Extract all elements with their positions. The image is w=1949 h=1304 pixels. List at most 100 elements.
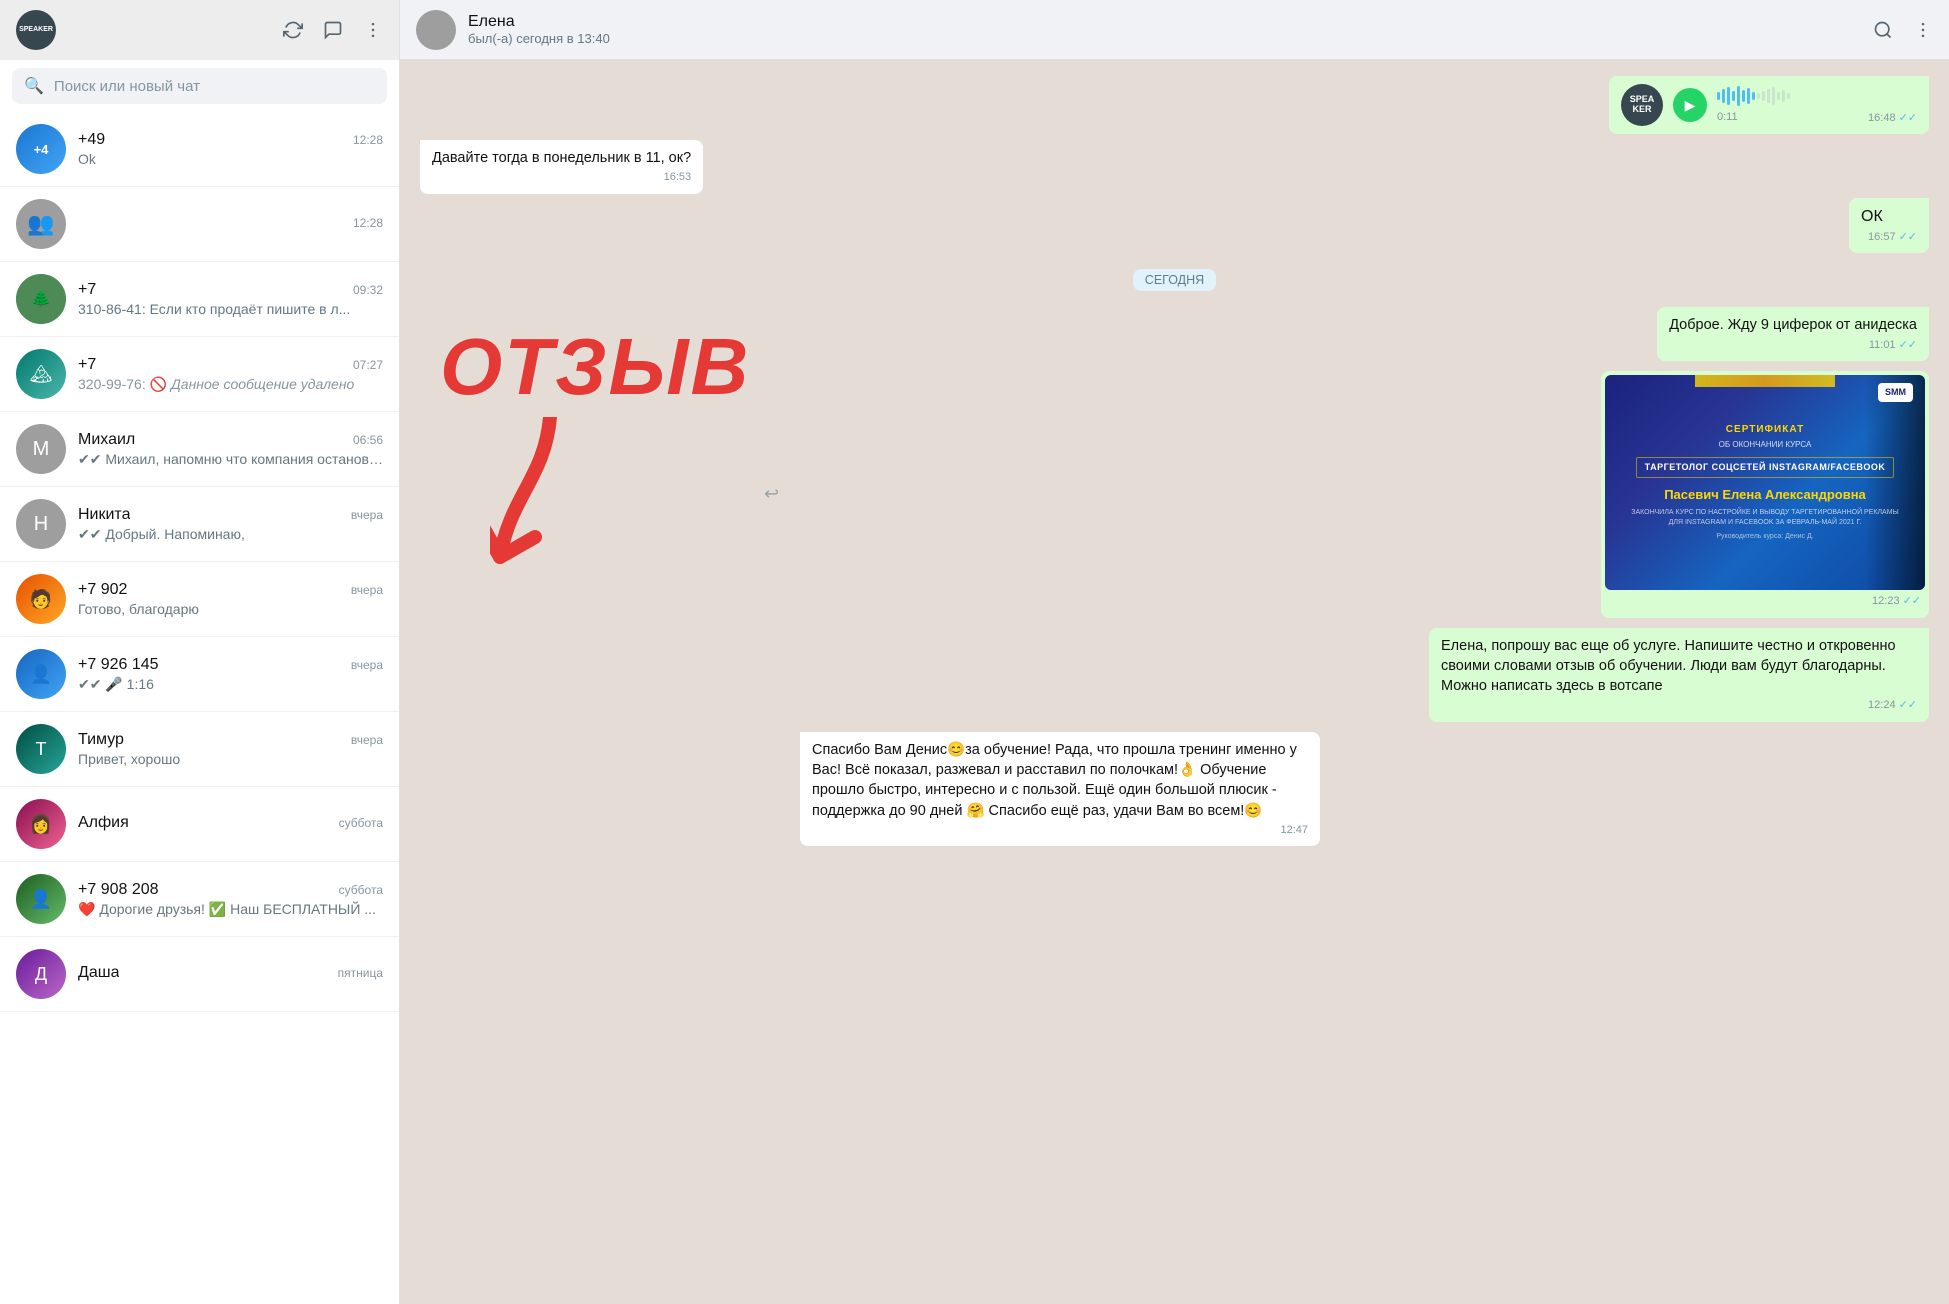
- search-bar: 🔍: [0, 60, 399, 112]
- chat-time: вчера: [351, 508, 383, 522]
- cert-title: СЕРТИФИКАТ: [1726, 423, 1804, 437]
- contact-info: Елена был(-а) сегодня в 13:40: [468, 13, 1861, 46]
- avatar: Н: [16, 499, 66, 549]
- chat-preview: 320-99-76: 🚫 Данное сообщение удалено: [78, 376, 383, 393]
- read-receipt-icon: ✓✓: [1903, 594, 1921, 609]
- chat-item[interactable]: 👩 Алфия суббота: [0, 787, 399, 862]
- chat-preview: ✔✔ Михаил, напомню что компания останови…: [78, 451, 383, 468]
- avatar: 🏔: [16, 349, 66, 399]
- chat-name: +7 908 208: [78, 881, 159, 899]
- chat-item[interactable]: 🌲 +7 09:32 310-86-41: Если кто продаёт п…: [0, 262, 399, 337]
- forward-icon[interactable]: ↩: [764, 484, 779, 505]
- message-time: 12:47: [812, 823, 1308, 838]
- text-message: Давайте тогда в понедельник в 11, ок? 16…: [420, 140, 703, 194]
- chat-preview: 310-86-41: Если кто продаёт пишите в л..…: [78, 301, 383, 317]
- avatar: +4: [16, 124, 66, 174]
- sidebar-header-icons: [283, 20, 383, 40]
- chat-name: +7: [78, 356, 96, 374]
- chat-name: +49: [78, 131, 105, 149]
- chat-item[interactable]: 👤 +7 908 208 суббота ❤️ Дорогие друзья! …: [0, 862, 399, 937]
- text-message: Спасибо Вам Денис😊за обучение! Рада, что…: [800, 732, 1320, 847]
- chat-info: 12:28: [78, 216, 383, 232]
- chat-info: Алфия суббота: [78, 814, 383, 834]
- chat-info: +7 926 145 вчера ✔✔ 🎤 1:16: [78, 656, 383, 693]
- chat-item[interactable]: +4 +49 12:28 Ok: [0, 112, 399, 187]
- message-text: ОК: [1861, 208, 1883, 225]
- search-input[interactable]: [54, 78, 375, 95]
- chat-preview: Ok: [78, 151, 383, 167]
- avatar: 🧑: [16, 574, 66, 624]
- message-time: 16:48 ✓✓: [1868, 111, 1917, 126]
- avatar: 👥: [16, 199, 66, 249]
- message-time: 12:23 ✓✓: [1605, 592, 1925, 613]
- message-row: Доброе. Жду 9 циферок от анидеска 11:01 …: [800, 307, 1929, 361]
- audio-message: SPEAKER ▶: [1609, 76, 1929, 134]
- play-button[interactable]: ▶: [1673, 88, 1707, 122]
- avatar: 👤: [16, 874, 66, 924]
- chat-time: вчера: [351, 583, 383, 597]
- chat-item[interactable]: Д Даша пятница: [0, 937, 399, 1012]
- date-badge: СЕГОДНЯ: [1133, 269, 1216, 291]
- chat-name: +7: [78, 281, 96, 299]
- chat-info: Тимур вчера Привет, хорошо: [78, 731, 383, 767]
- message-row: SPEAKER ▶: [420, 76, 1929, 134]
- text-message: ОК 16:57 ✓✓: [1849, 198, 1929, 254]
- read-receipt-icon: ✓✓: [1899, 230, 1917, 245]
- read-receipt-icon: ✓✓: [1899, 698, 1917, 713]
- chat-time: суббота: [339, 816, 383, 830]
- search-messages-icon[interactable]: [1873, 20, 1893, 40]
- chat-item[interactable]: Н Никита вчера ✔✔ Добрый. Напоминаю,: [0, 487, 399, 562]
- chat-item[interactable]: 👥 12:28: [0, 187, 399, 262]
- read-receipt-icon: ✓✓: [1899, 338, 1917, 353]
- message-text: Доброе. Жду 9 циферок от анидеска: [1669, 317, 1917, 333]
- read-receipt-icon: ✓✓: [1899, 111, 1917, 126]
- chat-preview: ✔✔ Добрый. Напоминаю,: [78, 526, 383, 543]
- chat-preview: ❤️ Дорогие друзья! ✅ Наш БЕСПЛАТНЫЙ ...: [78, 901, 383, 918]
- avatar: 👩: [16, 799, 66, 849]
- message-row: Спасибо Вам Денис😊за обучение! Рада, что…: [800, 732, 1929, 847]
- date-divider: СЕГОДНЯ: [420, 269, 1929, 291]
- chat-time: 09:32: [353, 283, 383, 297]
- chat-item[interactable]: 🧑 +7 902 вчера Готово, благодарю: [0, 562, 399, 637]
- contact-status: был(-а) сегодня в 13:40: [468, 31, 1861, 46]
- app-logo: SPEAKER: [16, 10, 56, 50]
- chat-list: +4 +49 12:28 Ok 👥 12:28: [0, 112, 399, 1304]
- text-message: Елена, попрошу вас еще об услуге. Напиши…: [1429, 628, 1929, 722]
- chat-name: +7 926 145: [78, 656, 159, 674]
- sync-icon[interactable]: [283, 20, 303, 40]
- avatar: 👤: [16, 649, 66, 699]
- avatar: Д: [16, 949, 66, 999]
- cert-instructor: Руководитель курса: Денис Д.: [1716, 532, 1813, 542]
- sidebar-header: SPEAKER: [0, 0, 399, 60]
- message-row: ↩ SMM СЕРТИФИКАТ ОБ ОКОНЧАНИИ К: [800, 371, 1929, 617]
- message-time: 16:57 ✓✓: [1861, 230, 1917, 245]
- chat-item[interactable]: 🏔 +7 07:27 320-99-76: 🚫 Данное сообщение…: [0, 337, 399, 412]
- chat-info: Михаил 06:56 ✔✔ Михаил, напомню что комп…: [78, 431, 383, 468]
- chat-name: +7 902: [78, 581, 127, 599]
- chat-name: Тимур: [78, 731, 124, 749]
- chat-preview: Привет, хорошо: [78, 751, 383, 767]
- chat-info: +7 902 вчера Готово, благодарю: [78, 581, 383, 617]
- chat-item[interactable]: 👤 +7 926 145 вчера ✔✔ 🎤 1:16: [0, 637, 399, 712]
- message-text: Елена, попрошу вас еще об услуге. Напиши…: [1441, 638, 1896, 695]
- chat-info: +7 09:32 310-86-41: Если кто продаёт пиш…: [78, 281, 383, 317]
- chat-header-actions: [1873, 20, 1933, 40]
- chat-info: +7 07:27 320-99-76: 🚫 Данное сообщение у…: [78, 356, 383, 393]
- search-icon: 🔍: [24, 76, 44, 96]
- otziv-text: ОТЗЫВ: [440, 327, 750, 407]
- otziv-section: ОТЗЫВ: [420, 307, 800, 602]
- certificate-image: SMM СЕРТИФИКАТ ОБ ОКОНЧАНИИ КУРСА ТАРГЕТ…: [1605, 375, 1925, 590]
- cert-desc: ЗАКОНЧИЛА КУРС ПО НАСТРОЙКЕ И ВЫВОДУ ТАР…: [1617, 508, 1913, 528]
- audio-avatar: SPEAKER: [1621, 84, 1663, 126]
- cert-subtitle: ОБ ОКОНЧАНИИ КУРСА: [1719, 439, 1812, 450]
- chat-icon[interactable]: [323, 20, 343, 40]
- more-options-icon[interactable]: [363, 20, 383, 40]
- chat-item[interactable]: Т Тимур вчера Привет, хорошо: [0, 712, 399, 787]
- chat-time: 06:56: [353, 433, 383, 447]
- message-time: 11:01 ✓✓: [1669, 338, 1917, 353]
- smm-badge: SMM: [1878, 383, 1913, 402]
- more-options-chat-icon[interactable]: [1913, 20, 1933, 40]
- image-message: SMM СЕРТИФИКАТ ОБ ОКОНЧАНИИ КУРСА ТАРГЕТ…: [1601, 371, 1929, 617]
- contact-avatar: [416, 10, 456, 50]
- chat-item[interactable]: М Михаил 06:56 ✔✔ Михаил, напомню что ко…: [0, 412, 399, 487]
